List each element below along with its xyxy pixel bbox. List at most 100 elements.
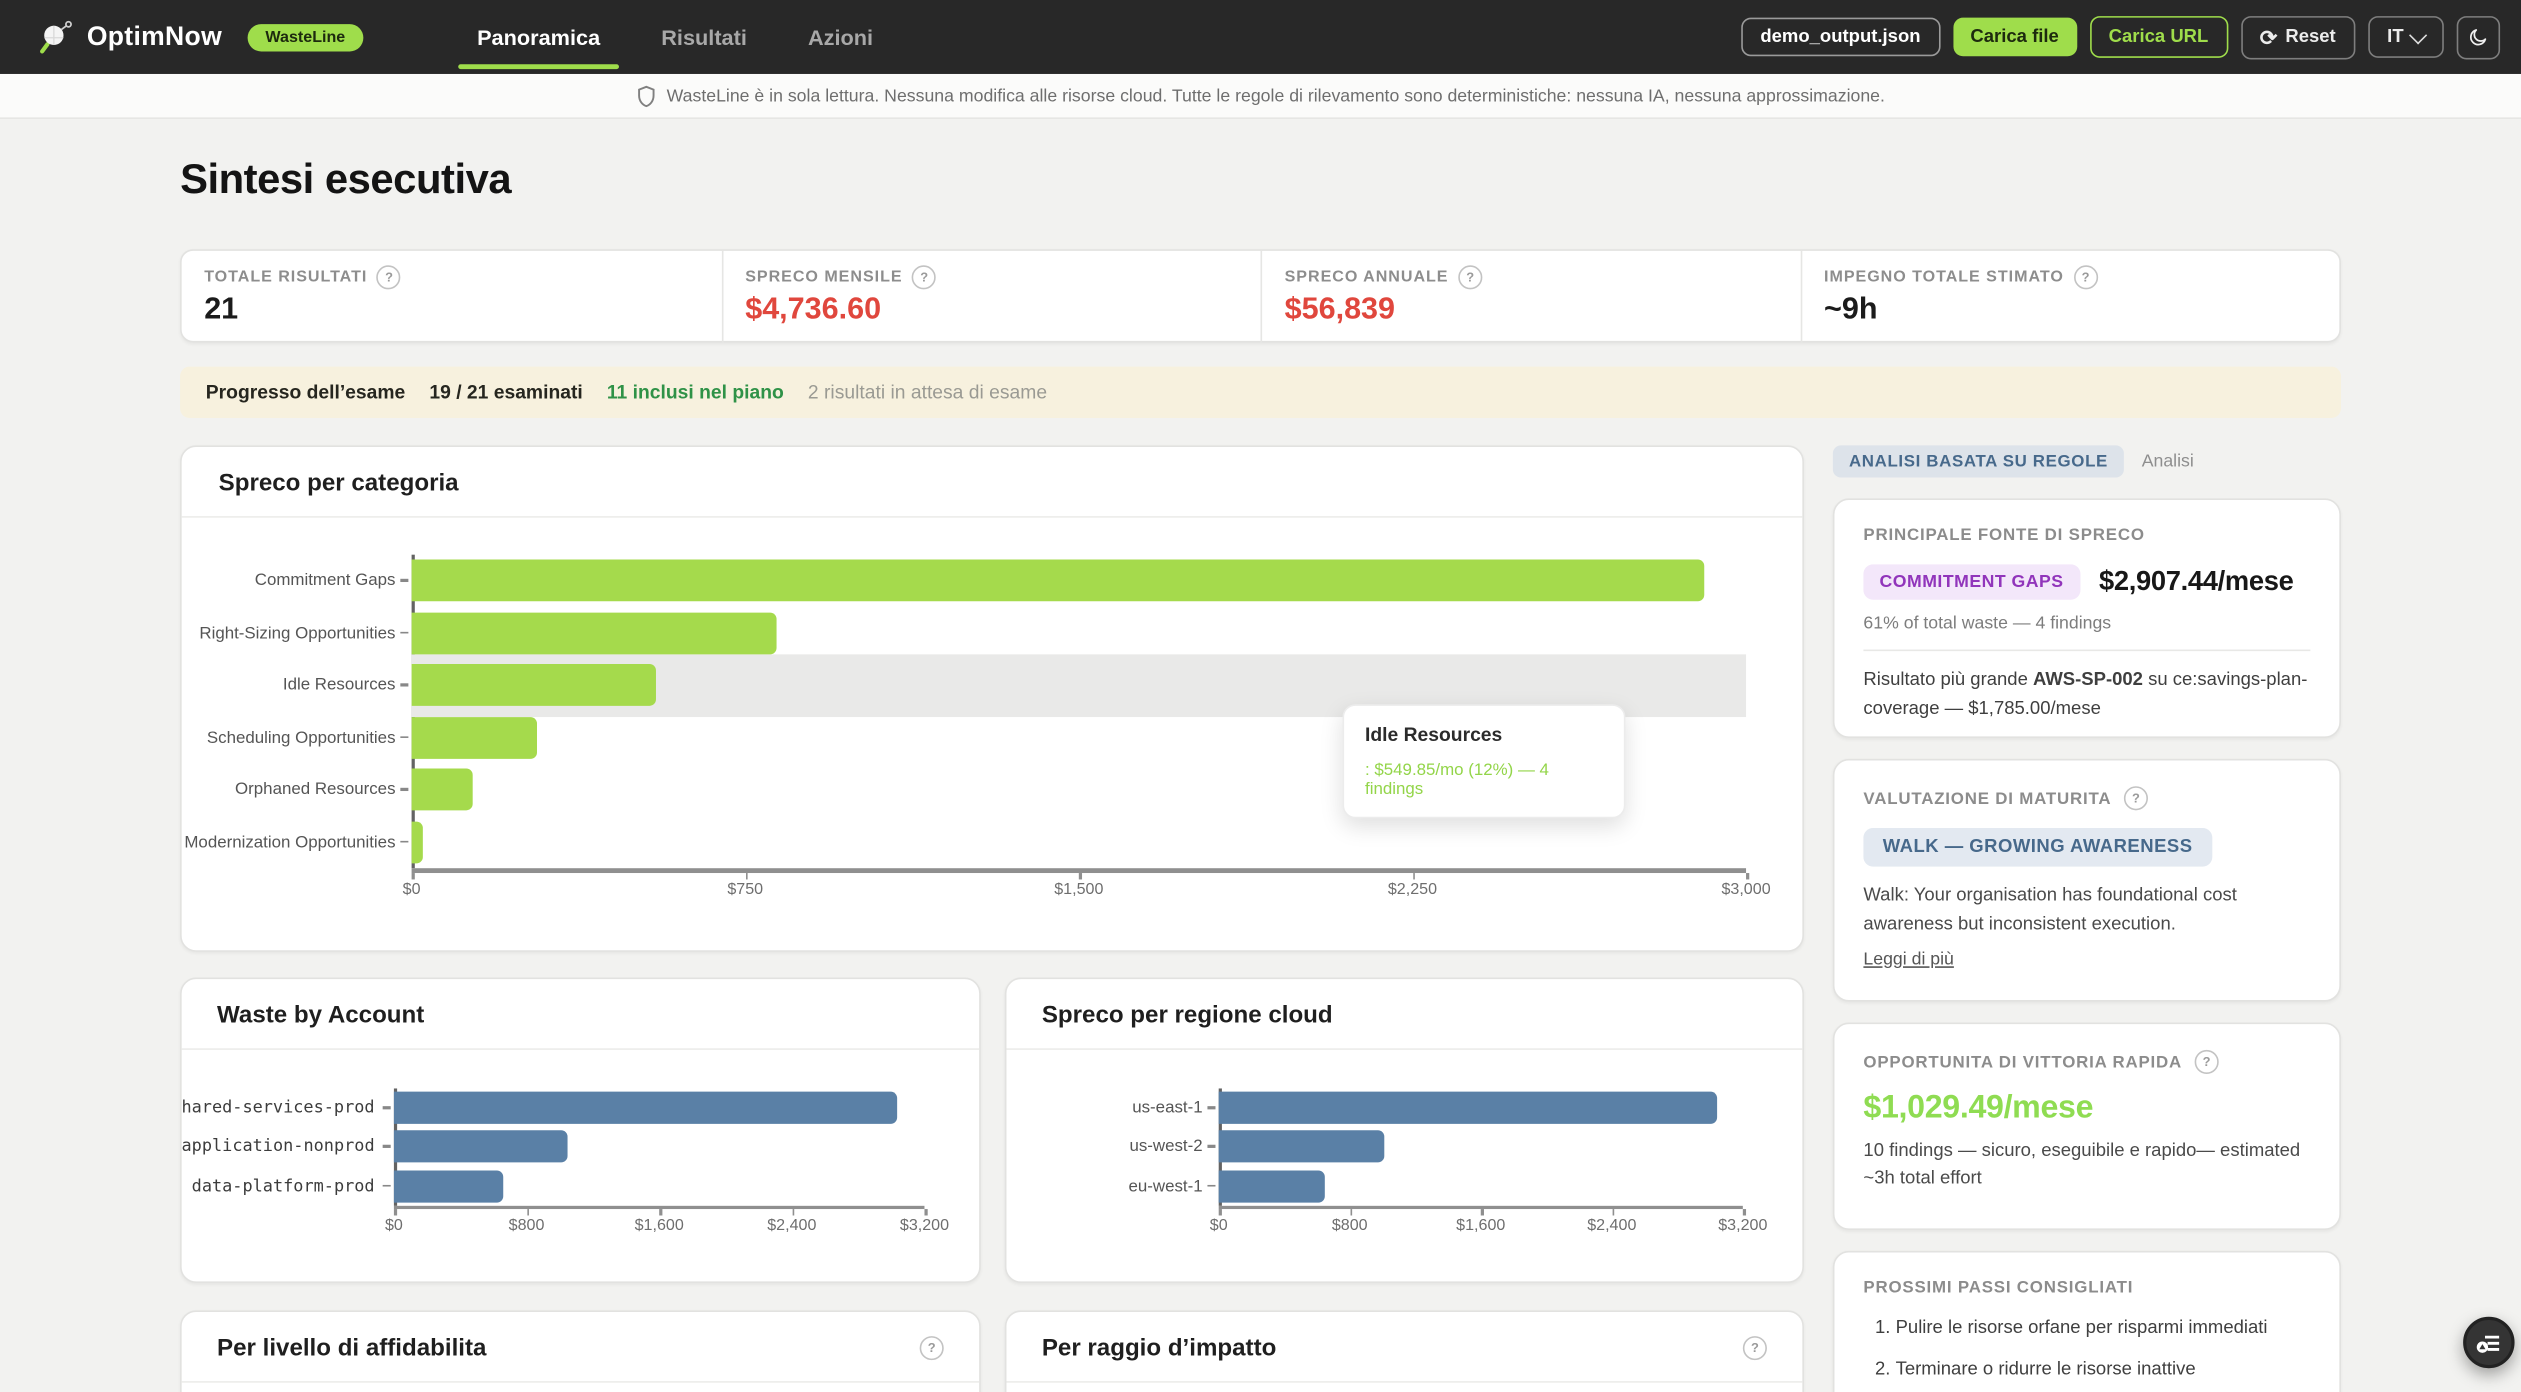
category-tick [400, 735, 409, 739]
bar-row: us-east-1 [1006, 1088, 1742, 1127]
x-axis-labels: $0 $800 $1,600 $2,400 $3,200 [385, 1217, 949, 1241]
next-step-item: Pulire le risorse orfane per risparmi im… [1896, 1315, 2311, 1341]
help-icon[interactable]: ? [1742, 1336, 1767, 1361]
x-tick-label: $3,000 [1721, 880, 1771, 898]
stat-total-effort: IMPEGNO TOTALE STIMATO? ~9h [1799, 250, 2339, 343]
bar[interactable] [393, 1091, 898, 1125]
top-waste-amount: $2,907.44/mese [2098, 565, 2294, 597]
app-root: OptimNow WasteLine Panoramica Risultati … [0, 0, 2521, 1392]
category-label: data-platform-prod [191, 1176, 375, 1196]
bar-track [411, 607, 1746, 659]
x-tick-mark [659, 1209, 662, 1217]
header-controls: demo_output.json Carica file Carica URL … [1741, 0, 2501, 74]
category-label: application-nonprod [181, 1137, 375, 1157]
bar[interactable] [411, 664, 657, 707]
help-icon[interactable]: ? [2194, 1049, 2220, 1074]
x-tick-mark [526, 1209, 529, 1217]
tab-panoramica[interactable]: Panoramica [447, 0, 631, 74]
x-tick-label: $3,200 [1718, 1217, 1768, 1236]
brand: OptimNow [39, 0, 222, 74]
readonly-banner-text: WasteLine è in sola lettura. Nessuna mod… [666, 86, 1885, 106]
findings-filter-fab[interactable] [2463, 1316, 2515, 1369]
chart-rows: shared-services-prod application-nonprod d… [181, 1088, 925, 1206]
bar-row: Commitment Gaps [182, 555, 1746, 607]
bar[interactable] [411, 716, 538, 759]
x-tick-label: $800 [508, 1217, 545, 1236]
x-tick-mark [411, 872, 415, 879]
review-progress-strip: Progresso dell’esame 19 / 21 esaminati 1… [180, 366, 2341, 419]
x-axis-line [411, 868, 1749, 879]
x-tick-mark [1480, 1209, 1484, 1217]
progress-label: Progresso dell’esame [205, 381, 406, 404]
x-tick-label: $1,600 [634, 1217, 684, 1236]
category-label: Commitment Gaps [254, 570, 396, 591]
language-select[interactable]: IT [2367, 16, 2444, 58]
x-axis-labels: $0 $800 $1,600 $2,400 $3,200 [1210, 1218, 1768, 1241]
load-file-button[interactable]: Carica file [1952, 17, 2077, 57]
x-tick-mark [1078, 872, 1082, 879]
stat-value: 21 [204, 292, 239, 327]
load-url-button[interactable]: Carica URL [2089, 16, 2228, 58]
category-label: us-west-2 [1129, 1137, 1203, 1157]
card-label: OPPORTUNITA DI VITTORIA RAPIDA? [1863, 1049, 2310, 1074]
reset-button[interactable]: ⟳ Reset [2240, 15, 2356, 59]
reset-icon: ⟳ [2259, 24, 2278, 50]
maturity-text: Walk: Your organisation has foundational… [1863, 885, 2237, 934]
chart-title: Spreco per categoria [218, 469, 459, 497]
category-label: Right-Sizing Opportunities [199, 623, 396, 643]
read-more-link[interactable]: Leggi di più [1863, 950, 1953, 969]
analysis-mode-row: ANALISI BASATA SU REGOLE Analisi [1832, 445, 2341, 478]
account-waste-chart: shared-services-prod application-nonprod d… [182, 1088, 979, 1240]
theme-toggle-button[interactable] [2456, 15, 2501, 59]
help-icon[interactable]: ? [919, 1336, 944, 1361]
bar[interactable] [1218, 1091, 1718, 1125]
x-tick-mark [1218, 1209, 1222, 1217]
bar[interactable] [411, 768, 473, 811]
x-tick-mark [1412, 872, 1415, 879]
stat-label: TOTALE RISULTATI [204, 268, 368, 287]
blast-radius-card: Per raggio d’impatto? [1004, 1310, 1804, 1392]
bar[interactable] [411, 559, 1705, 602]
category-tick [400, 788, 409, 791]
stat-value: $4,736.60 [745, 292, 882, 327]
help-icon[interactable]: ? [2124, 786, 2149, 811]
x-tick-label: $0 [384, 1217, 403, 1236]
category-label: shared-services-prod [181, 1098, 375, 1118]
bar[interactable] [1218, 1170, 1326, 1203]
stat-total-findings: TOTALE RISULTATI? 21 [182, 251, 721, 343]
page-title: Sintesi esecutiva [180, 154, 512, 203]
bar[interactable] [411, 821, 423, 863]
x-tick-mark [1349, 1209, 1353, 1217]
analysis-mode-caption: Analisi [2141, 451, 2194, 472]
stat-monthly-waste: SPRECO MENSILE? $4,736.60 [721, 250, 1260, 343]
chart-title: Waste by Account [217, 1001, 425, 1029]
help-icon[interactable]: ? [912, 265, 937, 290]
help-icon[interactable]: ? [2073, 265, 2098, 290]
bar[interactable] [393, 1130, 568, 1164]
bar[interactable] [393, 1170, 503, 1203]
moon-icon [2470, 29, 2487, 46]
bar[interactable] [1218, 1130, 1384, 1164]
chevron-down-icon [2409, 25, 2428, 44]
x-tick-label: $2,400 [767, 1217, 817, 1236]
stat-label: SPRECO ANNUALE [1284, 268, 1449, 287]
top-waste-detail: Risultato più grande AWS-SP-002 su ce:sa… [1863, 670, 2308, 719]
help-icon[interactable]: ? [1458, 265, 1483, 290]
category-tick [400, 683, 409, 687]
bar-track [393, 1167, 925, 1206]
readonly-banner: WasteLine è in sola lettura. Nessuna mod… [0, 73, 2521, 119]
tab-risultati[interactable]: Risultati [631, 0, 778, 74]
account-waste-chart-card: Waste by Account shared-services-prod app… [180, 977, 981, 1284]
help-icon[interactable]: ? [376, 265, 402, 290]
tab-azioni[interactable]: Azioni [777, 0, 903, 74]
maturity-badge: WALK — GROWING AWARENESS [1863, 828, 2212, 867]
category-label: eu-west-1 [1128, 1176, 1203, 1196]
x-tick-mark [393, 1209, 397, 1217]
card-title: Per raggio d’impatto [1041, 1334, 1277, 1362]
top-waste-card: PRINCIPALE FONTE DI SPRECO COMMITMENT GA… [1832, 498, 2341, 738]
bar-row: shared-services-prod [182, 1088, 925, 1127]
loaded-file-chip[interactable]: demo_output.json [1741, 17, 1940, 57]
product-badge: WasteLine [247, 23, 363, 51]
bar[interactable] [411, 612, 777, 654]
bar-track [393, 1088, 925, 1127]
